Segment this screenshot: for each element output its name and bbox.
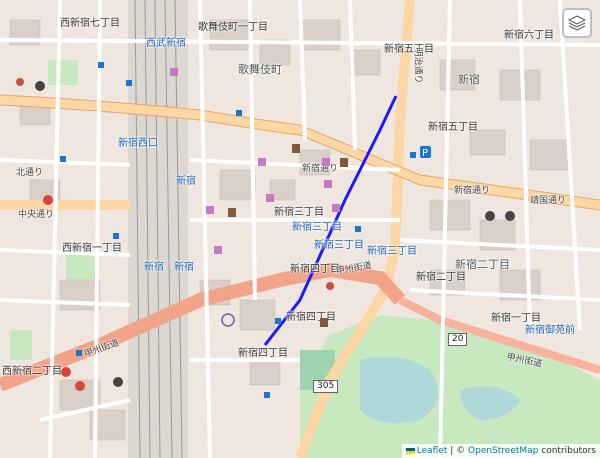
layers-icon xyxy=(568,15,586,31)
poi-layer: P xyxy=(16,62,515,398)
leaflet-link[interactable]: Leaflet xyxy=(417,446,448,456)
layers-button[interactable] xyxy=(562,8,592,38)
osm-link[interactable]: OpenStreetMap xyxy=(468,446,538,456)
svg-text:P: P xyxy=(422,148,428,159)
attribution-contributors: contributors xyxy=(538,446,596,456)
attribution-bar: Leaflet | © OpenStreetMap contributors xyxy=(401,444,600,458)
attribution-separator: | © xyxy=(447,446,469,456)
map-view[interactable]: 歌舞伎町一丁目 歌舞伎町 西新宿七丁目 新宿六丁目 新宿五丁目 新宿 新宿五丁目… xyxy=(0,0,600,458)
ukraine-flag-icon xyxy=(405,447,415,454)
